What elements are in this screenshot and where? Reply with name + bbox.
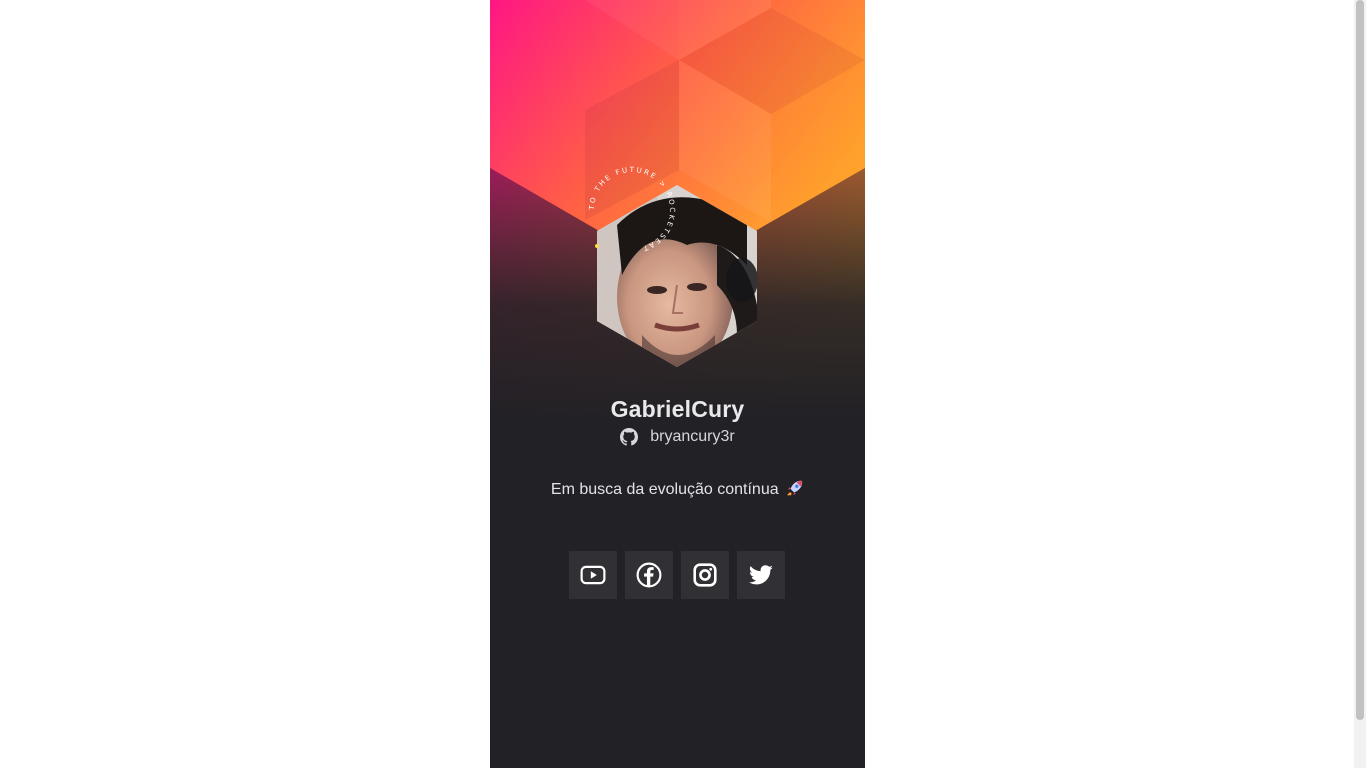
- profile-card: TO THE FUTURE > ROCKETSEAT GabrielCury b…: [490, 0, 865, 768]
- scrollbar-thumb[interactable]: [1356, 0, 1364, 720]
- github-icon: [620, 428, 639, 446]
- rocketseat-badge: TO THE FUTURE > ROCKETSEAT: [588, 166, 676, 253]
- profile-section: TO THE FUTURE > ROCKETSEAT GabrielCury b…: [490, 0, 865, 768]
- svg-text:TO THE FUTURE > ROCKETSEAT: TO THE FUTURE > ROCKETSEAT: [588, 166, 676, 253]
- youtube-icon: [580, 565, 606, 585]
- profile-name: GabrielCury: [610, 396, 745, 422]
- youtube-button[interactable]: [569, 551, 617, 599]
- profile-bio: Em busca da evolução contínua: [490, 479, 865, 499]
- facebook-icon: [636, 562, 662, 588]
- twitter-icon: [748, 565, 773, 585]
- twitter-button[interactable]: [737, 551, 785, 599]
- github-handle[interactable]: bryancury3r: [650, 428, 734, 446]
- facebook-button[interactable]: [625, 551, 673, 599]
- bio-text: Em busca da evolução contínua: [550, 481, 779, 498]
- github-link[interactable]: bryancury3r: [490, 428, 865, 446]
- page-scrollbar[interactable]: [1354, 0, 1366, 768]
- social-links: [569, 551, 785, 599]
- instagram-button[interactable]: [681, 551, 729, 599]
- rocket-icon: [787, 480, 803, 496]
- instagram-icon: [693, 563, 717, 587]
